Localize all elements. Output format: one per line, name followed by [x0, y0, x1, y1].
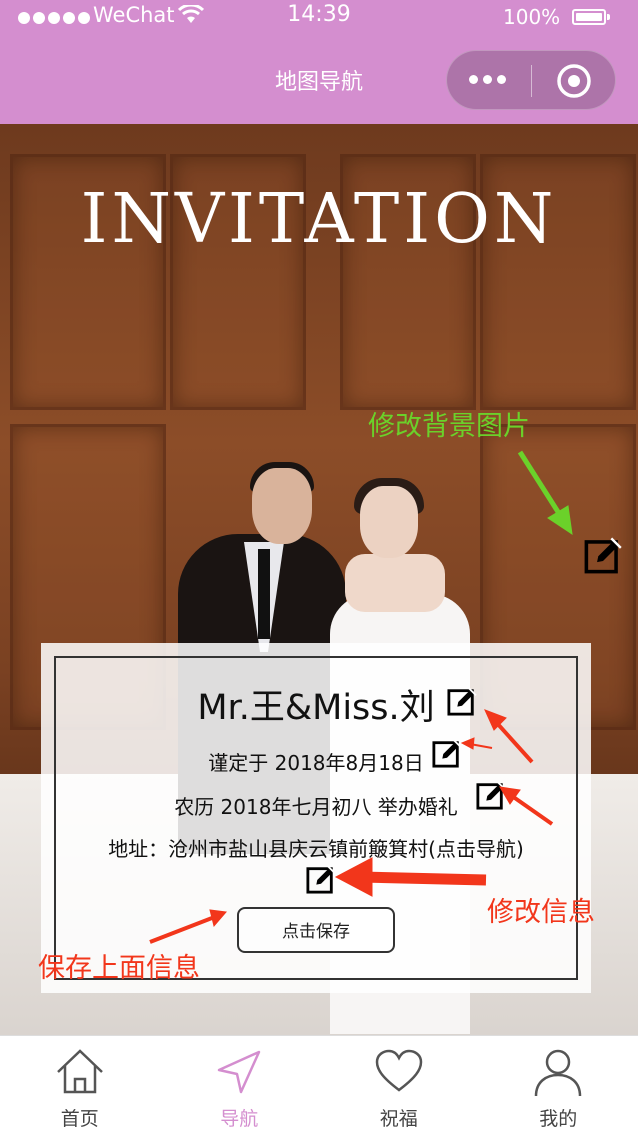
tab-home[interactable]: 首页	[0, 1036, 160, 1135]
miniprogram-capsule	[446, 50, 616, 110]
tab-home-label: 首页	[0, 1104, 160, 1131]
user-icon	[532, 1046, 584, 1098]
annotation-save-info: 保存上面信息	[38, 946, 200, 985]
edit-address-icon[interactable]	[306, 864, 336, 894]
edit-date-icon[interactable]	[432, 738, 462, 768]
battery-percent: 100%	[503, 5, 560, 29]
tab-blessing[interactable]: 祝福	[319, 1036, 479, 1135]
invitation-heading: INVITATION	[0, 180, 638, 259]
more-icon[interactable]	[469, 75, 506, 84]
tab-bar: 首页 导航 祝福 我的	[0, 1035, 638, 1135]
date-line: 谨定于 2018年8月18日	[41, 747, 591, 776]
tab-navigation[interactable]: 导航	[160, 1036, 320, 1135]
header-bar: WeChat 14:39 100% 地图导航	[0, 0, 638, 124]
save-button[interactable]: 点击保存	[237, 907, 395, 953]
capsule-divider	[531, 65, 532, 97]
tab-navigation-label: 导航	[160, 1104, 320, 1131]
tab-blessing-label: 祝福	[319, 1104, 479, 1131]
home-icon	[54, 1046, 106, 1098]
tab-mine-label: 我的	[479, 1104, 638, 1131]
lunar-line: 农历 2018年七月初八 举办婚礼	[41, 791, 591, 820]
annotation-edit-info: 修改信息	[487, 890, 595, 929]
status-bar: WeChat 14:39 100%	[0, 0, 638, 36]
tab-mine[interactable]: 我的	[479, 1036, 638, 1135]
navigation-icon	[213, 1046, 265, 1098]
edit-names-icon[interactable]	[447, 686, 477, 716]
info-card: Mr.王&Miss.刘 谨定于 2018年8月18日 农历 2018年七月初八 …	[41, 643, 591, 993]
battery-icon	[572, 9, 606, 25]
edit-background-icon[interactable]	[584, 536, 622, 574]
heart-icon	[373, 1046, 425, 1098]
address-link[interactable]: 地址：沧州市盐山县庆云镇前簸箕村(点击导航)	[41, 833, 591, 862]
annotation-change-background: 修改背景图片	[368, 404, 530, 443]
edit-lunar-icon[interactable]	[476, 780, 506, 810]
close-miniprogram-icon[interactable]	[556, 63, 592, 99]
couple-names: Mr.王&Miss.刘	[41, 679, 591, 730]
